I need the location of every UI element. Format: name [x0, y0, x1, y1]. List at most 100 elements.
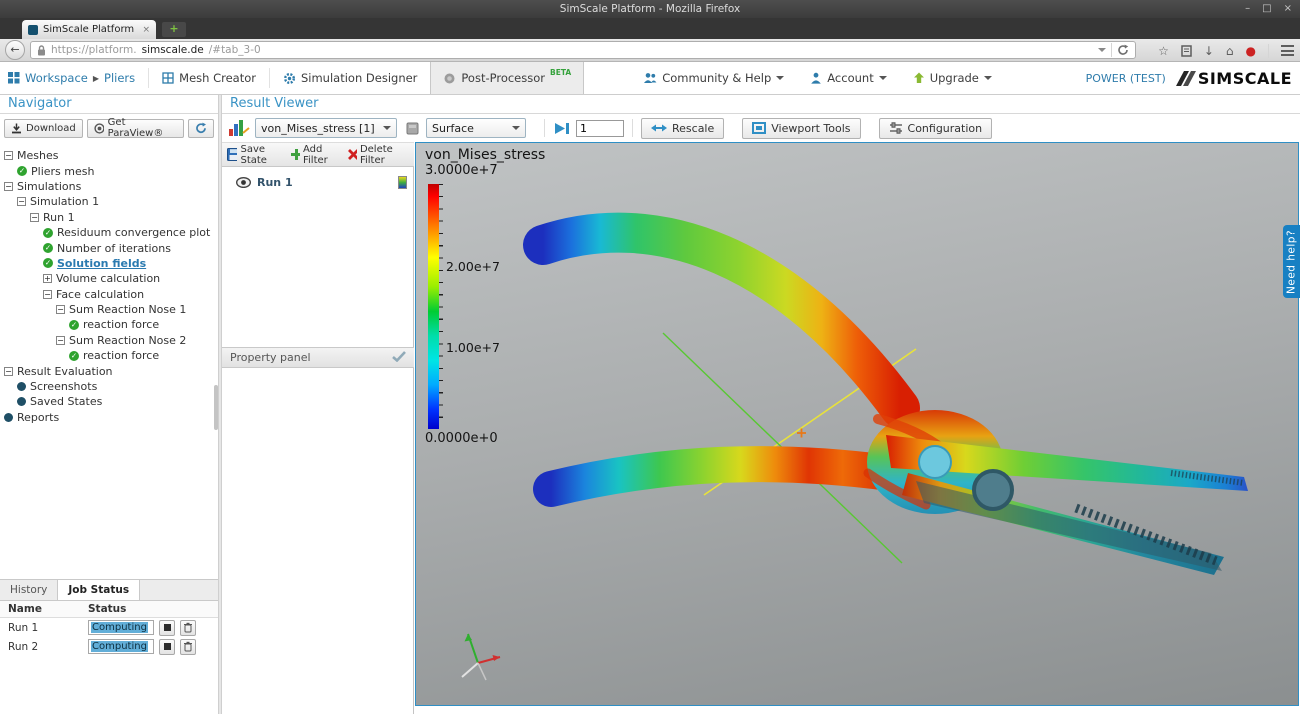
- job-status-cell[interactable]: Computing: [88, 620, 154, 635]
- add-filter-button[interactable]: Add Filter: [291, 144, 341, 166]
- refresh-button[interactable]: [188, 118, 214, 138]
- back-button[interactable]: ←: [5, 40, 25, 60]
- tree-item-screenshots[interactable]: Screenshots: [0, 379, 213, 394]
- collapse-icon[interactable]: −: [4, 151, 13, 161]
- nav-simulation-designer[interactable]: Simulation Designer: [283, 71, 417, 85]
- chevron-down-icon: [512, 126, 520, 134]
- pliers-render: [461, 212, 1248, 681]
- upgrade-label[interactable]: Upgrade: [930, 71, 979, 85]
- configuration-button[interactable]: Configuration: [878, 117, 993, 139]
- tree-item-run-1[interactable]: − Run 1: [0, 210, 213, 225]
- mesh-grid-icon: [162, 72, 174, 84]
- need-help-tab[interactable]: Need help?: [1283, 225, 1300, 298]
- nav-post-processor[interactable]: Post-Processor BETA: [430, 62, 585, 94]
- nav-account[interactable]: Account: [810, 71, 887, 85]
- result-viewer-panel: Result Viewer von_Mises_stress [1] Surfa…: [222, 95, 1300, 714]
- collapse-icon[interactable]: −: [4, 366, 13, 376]
- representation-cube-icon: [405, 120, 421, 136]
- downloads-icon[interactable]: ↓: [1204, 44, 1214, 58]
- rescale-button[interactable]: Rescale: [641, 117, 725, 139]
- representation-select[interactable]: Surface: [426, 118, 526, 138]
- collapse-icon[interactable]: −: [56, 335, 65, 345]
- gear-icon: [283, 72, 295, 84]
- pipeline-item-run1[interactable]: Run 1: [222, 167, 413, 189]
- account-label[interactable]: Account: [827, 71, 873, 85]
- tree-item-residuum-convergence-plot[interactable]: ✓ Residuum convergence plot: [0, 225, 213, 240]
- collapse-icon[interactable]: −: [43, 289, 52, 299]
- tab-history[interactable]: History: [0, 580, 59, 600]
- trash-icon: [184, 641, 192, 652]
- delete-job-button[interactable]: [180, 638, 196, 655]
- maximize-button[interactable]: □: [1262, 0, 1271, 18]
- reload-icon[interactable]: [1117, 44, 1129, 56]
- url-input[interactable]: https://platform. simscale.de /#tab_3-0: [30, 41, 1136, 59]
- tree-item-face-calculation[interactable]: − Face calculation: [0, 287, 213, 302]
- workspace-breadcrumb[interactable]: Workspace ▶ Pliers: [8, 71, 135, 85]
- delete-job-button[interactable]: [180, 619, 196, 636]
- tree-item-number-of-iterations[interactable]: ✓ Number of iterations: [0, 240, 213, 255]
- tab-job-status[interactable]: Job Status: [58, 580, 141, 600]
- menu-icon[interactable]: [1281, 45, 1294, 56]
- viewport-tools-button[interactable]: Viewport Tools: [742, 117, 861, 139]
- bookmark-star-icon[interactable]: ☆: [1158, 44, 1169, 58]
- field-select[interactable]: von_Mises_stress [1]: [255, 118, 397, 138]
- project-name[interactable]: Pliers: [104, 71, 135, 85]
- tab-title: SimScale Platform: [43, 24, 135, 35]
- user-plan-label[interactable]: POWER (TEST): [1086, 72, 1166, 85]
- tree-item-saved-states[interactable]: Saved States: [0, 394, 213, 409]
- visibility-eye-icon[interactable]: [236, 177, 251, 188]
- tree-item-solution-fields[interactable]: ✓ Solution fields: [0, 256, 213, 271]
- collapse-icon[interactable]: −: [30, 212, 39, 222]
- tree-item-reaction-force[interactable]: ✓ reaction force: [0, 317, 213, 332]
- workspace-label[interactable]: Workspace: [25, 71, 88, 85]
- job-status-cell[interactable]: Computing: [88, 639, 154, 654]
- community-help-label[interactable]: Community & Help: [662, 71, 771, 85]
- get-paraview-button[interactable]: Get ParaView®: [86, 117, 184, 139]
- bookmarks-icon[interactable]: [1181, 44, 1192, 57]
- expand-icon[interactable]: +: [43, 274, 52, 284]
- minimize-button[interactable]: –: [1245, 0, 1250, 18]
- new-tab-button[interactable]: +: [162, 22, 186, 37]
- stop-job-button[interactable]: [159, 638, 175, 655]
- tree-item-label: Residuum convergence plot: [57, 226, 211, 240]
- tree-item-result-evaluation[interactable]: − Result Evaluation: [0, 363, 213, 378]
- render-viewport[interactable]: von_Mises_stress 3.0000e+7 2.00e+7 1.00e…: [415, 142, 1299, 706]
- close-button[interactable]: ×: [1284, 0, 1292, 18]
- nav-mesh-creator[interactable]: Mesh Creator: [162, 71, 256, 85]
- collapse-icon[interactable]: −: [17, 197, 26, 207]
- save-state-button[interactable]: Save State: [227, 144, 284, 166]
- stop-job-button[interactable]: [159, 619, 175, 636]
- tab-close-icon[interactable]: ×: [142, 25, 150, 35]
- delete-filter-button[interactable]: Delete Filter: [348, 144, 409, 166]
- col-name: Name: [8, 603, 42, 615]
- collapse-icon[interactable]: −: [56, 305, 65, 315]
- apply-check-icon[interactable]: [392, 350, 406, 365]
- mesh-creator-label[interactable]: Mesh Creator: [179, 71, 256, 85]
- browser-tab[interactable]: SimScale Platform ×: [22, 20, 156, 39]
- tree-item-meshes[interactable]: − Meshes: [0, 148, 213, 163]
- job-row: Run 1 Computing: [0, 618, 218, 637]
- navigator-title: Navigator: [0, 95, 218, 114]
- filter-toolbar: Save State Add Filter Delete Filter: [222, 142, 414, 167]
- check-icon: ✓: [43, 258, 53, 269]
- play-button[interactable]: [553, 122, 571, 135]
- result-viewer-title: Result Viewer: [222, 95, 1300, 114]
- nav-upgrade[interactable]: Upgrade: [913, 71, 992, 85]
- post-processor-label[interactable]: Post-Processor: [461, 71, 545, 85]
- tree-item-sum-reaction-nose-1[interactable]: − Sum Reaction Nose 1: [0, 302, 213, 317]
- tree-item-sum-reaction-nose-2[interactable]: − Sum Reaction Nose 2: [0, 333, 213, 348]
- tree-item-pliers-mesh[interactable]: ✓ Pliers mesh: [0, 163, 213, 178]
- nav-community-help[interactable]: Community & Help: [643, 71, 785, 85]
- tree-item-simulations[interactable]: − Simulations: [0, 179, 213, 194]
- url-dropdown-icon[interactable]: [1098, 48, 1106, 56]
- collapse-icon[interactable]: −: [4, 181, 13, 191]
- extension-icon[interactable]: ●: [1246, 44, 1256, 58]
- frame-input[interactable]: [576, 119, 624, 137]
- tree-item-volume-calculation[interactable]: + Volume calculation: [0, 271, 213, 286]
- tree-item-simulation-1[interactable]: − Simulation 1: [0, 194, 213, 209]
- simulation-designer-label[interactable]: Simulation Designer: [301, 71, 417, 85]
- download-button[interactable]: Download: [4, 118, 83, 138]
- tree-item-reaction-force[interactable]: ✓ reaction force: [0, 348, 213, 363]
- home-icon[interactable]: ⌂: [1226, 44, 1234, 58]
- tree-item-reports[interactable]: Reports: [0, 410, 213, 425]
